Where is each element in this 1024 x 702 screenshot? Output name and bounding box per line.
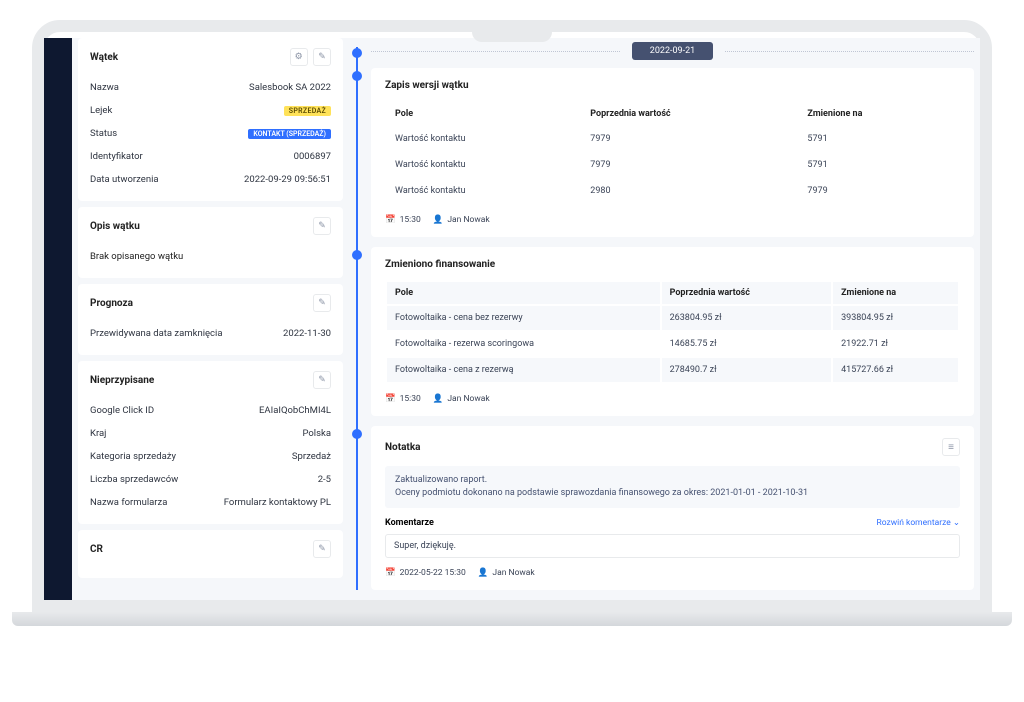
col-field: Pole <box>387 282 660 304</box>
note-time: 2022-05-22 15:30 <box>400 568 466 578</box>
note-line2: Oceny podmiotu dokonano na podstawie spr… <box>395 487 950 500</box>
pencil-icon[interactable]: ✎ <box>313 48 331 66</box>
laptop-base <box>12 612 1012 626</box>
finance-title: Zmieniono finansowanie <box>385 259 960 270</box>
version-time: 15:30 <box>400 215 421 225</box>
note-entry: Notatka ≡ Zaktualizowano raport. Oceny p… <box>371 426 974 590</box>
table-row: Fotowoltaika - cena z rezerwą278490.7 zł… <box>387 358 958 382</box>
col-prev: Poprzednia wartość <box>662 282 831 304</box>
pencil-icon[interactable]: ✎ <box>313 217 331 235</box>
left-panel: Wątek ⚙ ✎ Nazwa Salesbook SA 2022 Lejek SP… <box>72 38 347 600</box>
desc-title: Opis wątku <box>90 221 140 232</box>
status-badge: KONTAKT (SPRZEDAŻ) <box>248 129 331 139</box>
gclid-value: EAIaIQobChMI4L <box>259 405 331 416</box>
table-row: Fotowoltaika - rezerwa scoringowa14685.7… <box>387 332 958 356</box>
form-label: Nazwa formularza <box>90 497 167 508</box>
form-value: Formularz kontaktowy PL <box>224 497 331 508</box>
comments-title: Komentarze <box>385 518 434 528</box>
thread-title: Wątek <box>90 52 118 63</box>
desc-empty: Brak opisanego wątku <box>90 251 183 262</box>
version-table: Pole Poprzednia wartość Zmienione na War… <box>385 101 960 205</box>
sellers-label: Liczba sprzedawców <box>90 474 178 485</box>
comment-text: Super, dziękuję. <box>385 534 960 558</box>
finance-user: Jan Nowak <box>447 394 489 404</box>
funnel-label: Lejek <box>90 105 112 116</box>
col-prev: Poprzednia wartość <box>582 103 797 125</box>
finance-table: Pole Poprzednia wartość Zmienione na Fot… <box>385 280 960 384</box>
country-value: Polska <box>302 428 331 439</box>
table-row: Wartość kontaktu79795791 <box>387 127 958 151</box>
country-label: Kraj <box>90 428 106 439</box>
id-label: Identyfikator <box>90 151 143 162</box>
user-icon: 👤 Jan Nowak <box>433 215 490 225</box>
app-sidebar-nav[interactable] <box>44 38 72 600</box>
cat-label: Kategoria sprzedaży <box>90 451 176 462</box>
table-row: Wartość kontaktu29807979 <box>387 179 958 203</box>
gear-icon[interactable]: ⚙ <box>290 48 308 66</box>
note-body: Zaktualizowano raport. Oceny podmiotu do… <box>385 466 960 508</box>
unassigned-card: Nieprzypisane ✎ Google Click ID EAIaIQobC… <box>78 361 343 524</box>
sellers-value: 2-5 <box>318 474 331 485</box>
status-label: Status <box>90 128 117 139</box>
cat-value: Sprzedaż <box>292 451 331 462</box>
note-line1: Zaktualizowano raport. <box>395 474 950 487</box>
user-icon: 👤 Jan Nowak <box>433 394 490 404</box>
timeline-rail <box>356 47 358 590</box>
col-new: Zmienione na <box>799 103 958 125</box>
note-user: Jan Nowak <box>492 568 534 578</box>
funnel-badge: SPRZEDAŻ <box>284 106 331 116</box>
finance-time: 15:30 <box>400 394 421 404</box>
desc-card: Opis wątku ✎ Brak opisanego wątku <box>78 207 343 278</box>
expand-comments-link[interactable]: Rozwiń komentarze ⌄ <box>877 518 960 528</box>
table-row: Wartość kontaktu79795791 <box>387 153 958 177</box>
id-value: 0006897 <box>294 151 331 162</box>
timeline-date-chip: 2022-09-21 <box>632 42 713 60</box>
right-panel: 2022-09-21 Zapis wersji wątku Pole Poprz… <box>347 38 980 600</box>
name-label: Nazwa <box>90 82 119 93</box>
gclid-label: Google Click ID <box>90 405 154 416</box>
pencil-icon[interactable]: ✎ <box>313 294 331 312</box>
unassigned-title: Nieprzypisane <box>90 375 154 386</box>
timeline-dot <box>352 48 362 58</box>
thread-card: Wątek ⚙ ✎ Nazwa Salesbook SA 2022 Lejek SP… <box>78 38 343 201</box>
close-value: 2022-11-30 <box>283 328 331 339</box>
pencil-icon[interactable]: ✎ <box>313 371 331 389</box>
pencil-icon[interactable]: ✎ <box>313 540 331 558</box>
table-row: Fotowoltaika - cena bez rezerwy263804.95… <box>387 306 958 330</box>
finance-entry: Zmieniono finansowanie Pole Poprzednia w… <box>371 247 974 416</box>
cr-card: CR ✎ <box>78 530 343 578</box>
col-field: Pole <box>387 103 580 125</box>
cr-title: CR <box>90 544 103 555</box>
forecast-card: Prognoza ✎ Przewidywana data zamknięcia 2… <box>78 284 343 355</box>
close-label: Przewidywana data zamknięcia <box>90 328 223 339</box>
version-user: Jan Nowak <box>447 215 489 225</box>
user-icon: 👤 Jan Nowak <box>478 568 535 578</box>
name-value: Salesbook SA 2022 <box>249 82 331 93</box>
col-new: Zmienione na <box>833 282 958 304</box>
menu-icon[interactable]: ≡ <box>942 438 960 456</box>
version-title: Zapis wersji wątku <box>385 80 960 91</box>
calendar-icon: 📅 2022-05-22 15:30 <box>385 568 466 578</box>
calendar-icon: 📅 15:30 <box>385 215 421 225</box>
forecast-title: Prognoza <box>90 298 133 309</box>
created-value: 2022-09-29 09:56:51 <box>244 174 331 185</box>
note-title: Notatka <box>385 442 421 453</box>
created-label: Data utworzenia <box>90 174 159 185</box>
version-entry: Zapis wersji wątku Pole Poprzednia warto… <box>371 68 974 237</box>
calendar-icon: 📅 15:30 <box>385 394 421 404</box>
